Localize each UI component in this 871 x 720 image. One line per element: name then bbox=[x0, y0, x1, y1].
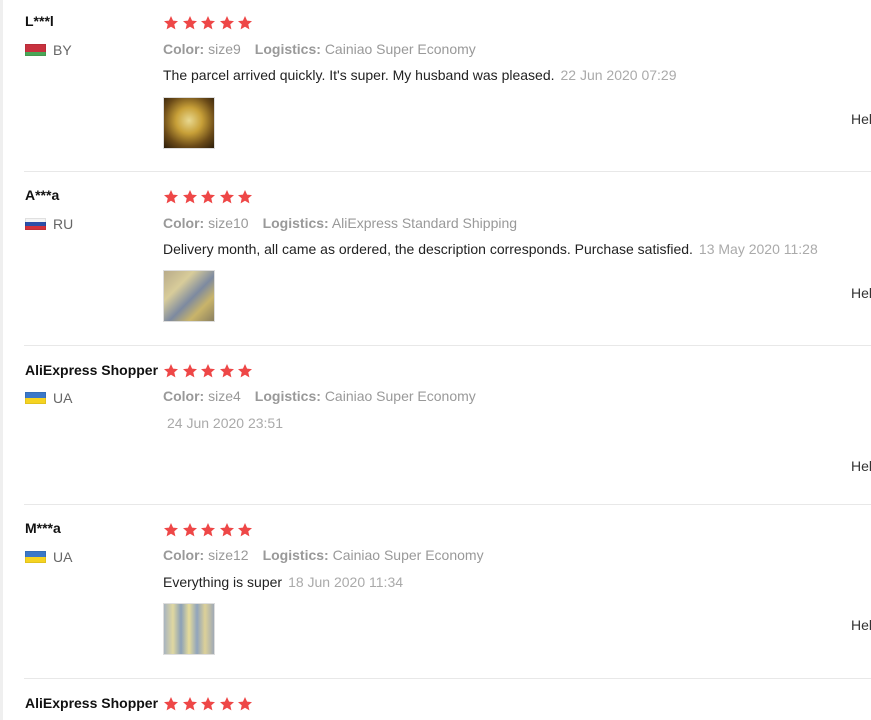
country-code: BY bbox=[53, 42, 72, 58]
review-divider bbox=[24, 678, 871, 679]
helpful-button[interactable]: Hel bbox=[851, 458, 871, 474]
star-icon bbox=[182, 15, 198, 31]
review-photo-thumbnail[interactable] bbox=[163, 270, 215, 322]
star-rating bbox=[163, 522, 256, 538]
star-icon bbox=[237, 15, 253, 31]
review-text: 24 Jun 2020 23:51 bbox=[167, 415, 283, 431]
logistics-label: Logistics: bbox=[254, 388, 321, 404]
star-rating bbox=[163, 696, 256, 712]
color-label: Color: bbox=[163, 388, 205, 404]
star-icon bbox=[163, 15, 179, 31]
review-body: The parcel arrived quickly. It's super. … bbox=[163, 67, 555, 83]
logistics-value: Cainiao Super Economy bbox=[324, 41, 476, 57]
star-icon bbox=[182, 189, 198, 205]
star-icon bbox=[163, 522, 179, 538]
helpful-button[interactable]: Hel bbox=[851, 617, 871, 633]
flag-ru-icon bbox=[25, 218, 46, 230]
star-icon bbox=[219, 696, 235, 712]
country-code: RU bbox=[53, 216, 74, 232]
star-icon bbox=[200, 363, 216, 379]
flag-ua-icon bbox=[25, 551, 46, 563]
star-icon bbox=[163, 696, 179, 712]
review-date: 22 Jun 2020 07:29 bbox=[560, 67, 677, 83]
reviewer-name: A***a bbox=[25, 187, 60, 203]
star-icon bbox=[182, 696, 198, 712]
star-icon bbox=[237, 522, 253, 538]
review-text: The parcel arrived quickly. It's super. … bbox=[163, 67, 677, 83]
star-icon bbox=[163, 363, 179, 379]
flag-ua-icon bbox=[25, 392, 46, 404]
star-icon bbox=[237, 696, 253, 712]
color-value: size12 bbox=[208, 547, 249, 563]
logistics-label: Logistics: bbox=[262, 547, 329, 563]
star-icon bbox=[219, 189, 235, 205]
color-value: size9 bbox=[208, 41, 241, 57]
review-divider bbox=[24, 345, 871, 346]
color-value: size10 bbox=[208, 215, 249, 231]
review-divider bbox=[24, 171, 871, 172]
order-info: Color: size12 Logistics: Cainiao Super Ec… bbox=[163, 547, 484, 563]
review-date: 18 Jun 2020 11:34 bbox=[288, 574, 404, 590]
star-icon bbox=[182, 522, 198, 538]
review-body: Everything is super bbox=[163, 574, 283, 590]
review-date: 13 May 2020 11:28 bbox=[698, 241, 818, 257]
reviewer-country: UA bbox=[25, 390, 72, 406]
order-info: Color: size4 Logistics: Cainiao Super Eco… bbox=[163, 388, 476, 404]
reviewer-country: RU bbox=[25, 216, 73, 232]
reviewer-name: M***a bbox=[25, 520, 61, 536]
helpful-button[interactable]: Hel bbox=[851, 111, 871, 127]
order-info: Color: size9 Logistics: Cainiao Super Eco… bbox=[163, 41, 476, 57]
star-rating bbox=[163, 189, 256, 205]
logistics-value: Cainiao Super Economy bbox=[324, 388, 476, 404]
star-rating bbox=[163, 363, 256, 379]
star-icon bbox=[237, 189, 253, 205]
star-icon bbox=[163, 189, 179, 205]
reviewer-name: L***l bbox=[25, 13, 54, 29]
review-divider bbox=[24, 504, 871, 505]
star-icon bbox=[219, 522, 235, 538]
star-icon bbox=[200, 522, 216, 538]
helpful-button[interactable]: Hel bbox=[851, 285, 871, 301]
review-body: Delivery month, all came as ordered, the… bbox=[163, 241, 693, 257]
color-label: Color: bbox=[163, 41, 205, 57]
review-photo-thumbnail[interactable] bbox=[163, 97, 215, 149]
star-rating bbox=[163, 15, 256, 31]
reviewer-country: BY bbox=[25, 42, 72, 58]
flag-by-icon bbox=[25, 44, 46, 56]
order-info: Color: size10 Logistics: AliExpress Stand… bbox=[163, 215, 517, 231]
review-date: 24 Jun 2020 23:51 bbox=[167, 415, 283, 431]
star-icon bbox=[182, 363, 198, 379]
review-text: Everything is super 18 Jun 2020 11:34 bbox=[163, 574, 403, 590]
star-icon bbox=[200, 189, 216, 205]
color-label: Color: bbox=[163, 547, 205, 563]
star-icon bbox=[219, 363, 235, 379]
color-label: Color: bbox=[163, 215, 205, 231]
star-icon bbox=[200, 15, 216, 31]
logistics-label: Logistics: bbox=[254, 41, 321, 57]
reviewer-name: AliExpress Shopper bbox=[25, 695, 159, 711]
star-icon bbox=[219, 15, 235, 31]
star-icon bbox=[237, 363, 253, 379]
left-border bbox=[0, 0, 3, 720]
reviewer-country: UA bbox=[25, 549, 72, 565]
review-photo-thumbnail[interactable] bbox=[163, 603, 215, 655]
logistics-label: Logistics: bbox=[262, 215, 329, 231]
logistics-value: AliExpress Standard Shipping bbox=[331, 215, 518, 231]
star-icon bbox=[200, 696, 216, 712]
country-code: UA bbox=[53, 390, 73, 406]
logistics-value: Cainiao Super Economy bbox=[332, 547, 484, 563]
country-code: UA bbox=[53, 549, 73, 565]
color-value: size4 bbox=[208, 388, 241, 404]
review-text: Delivery month, all came as ordered, the… bbox=[163, 241, 818, 257]
reviewer-name: AliExpress Shopper bbox=[25, 362, 159, 378]
